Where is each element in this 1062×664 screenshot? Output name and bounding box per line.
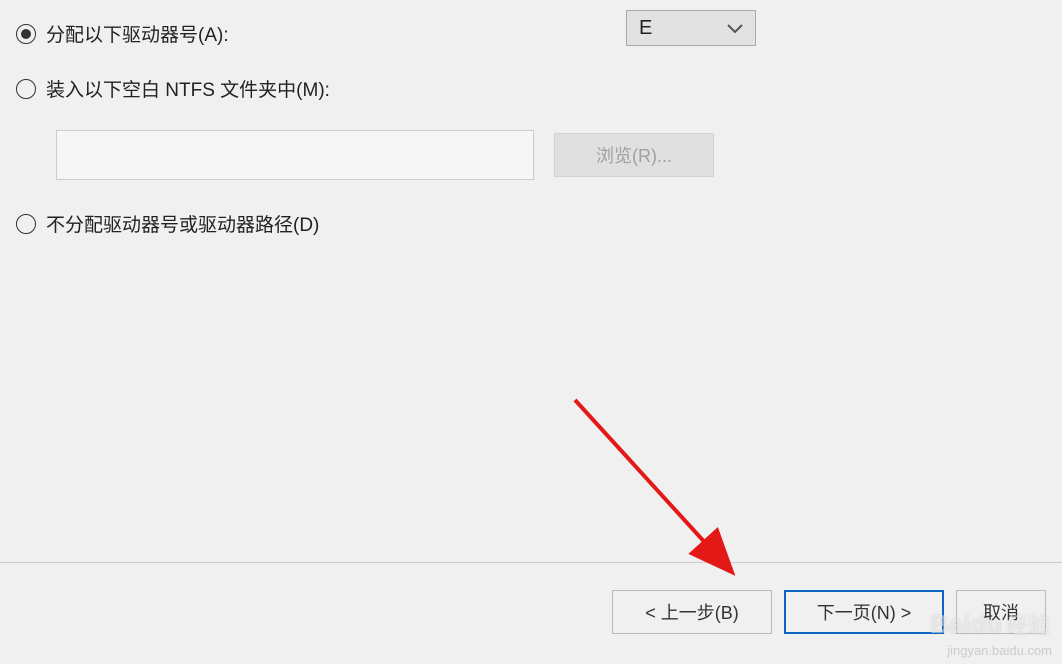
cancel-button-label: 取消: [983, 599, 1019, 625]
watermark-url: jingyan.baidu.com: [947, 643, 1052, 658]
dialog-body: 分配以下驱动器号(A): E 装入以下空白 NTFS 文件夹中(M): 浏览(R…: [0, 0, 1062, 560]
radio-selected-icon: [16, 24, 36, 44]
drive-letter-value: E: [639, 17, 652, 40]
next-button[interactable]: 下一页(N) >: [784, 590, 944, 634]
radio-assign-label: 分配以下驱动器号(A):: [46, 20, 229, 47]
radio-mount-folder[interactable]: 装入以下空白 NTFS 文件夹中(M):: [16, 75, 1046, 102]
next-button-label: 下一页(N) >: [817, 599, 912, 625]
radio-unselected-icon: [16, 214, 36, 234]
mount-path-input: [56, 130, 534, 180]
radio-noassign-label: 不分配驱动器号或驱动器路径(D): [46, 210, 319, 237]
mount-path-row: 浏览(R)...: [56, 130, 1046, 180]
radio-unselected-icon: [16, 79, 36, 99]
browse-button-label: 浏览(R)...: [596, 142, 672, 168]
back-button-label: < 上一步(B): [645, 599, 739, 625]
back-button[interactable]: < 上一步(B): [612, 590, 772, 634]
radio-no-assign[interactable]: 不分配驱动器号或驱动器路径(D): [16, 210, 1046, 237]
wizard-footer: < 上一步(B) 下一页(N) > 取消: [0, 590, 1062, 634]
drive-letter-select[interactable]: E: [626, 10, 756, 46]
footer-separator: [0, 562, 1062, 563]
cancel-button[interactable]: 取消: [956, 590, 1046, 634]
radio-assign-drive-letter[interactable]: 分配以下驱动器号(A):: [16, 20, 1046, 47]
chevron-down-icon: [727, 18, 743, 39]
browse-button: 浏览(R)...: [554, 133, 714, 177]
radio-mount-label: 装入以下空白 NTFS 文件夹中(M):: [46, 75, 330, 102]
